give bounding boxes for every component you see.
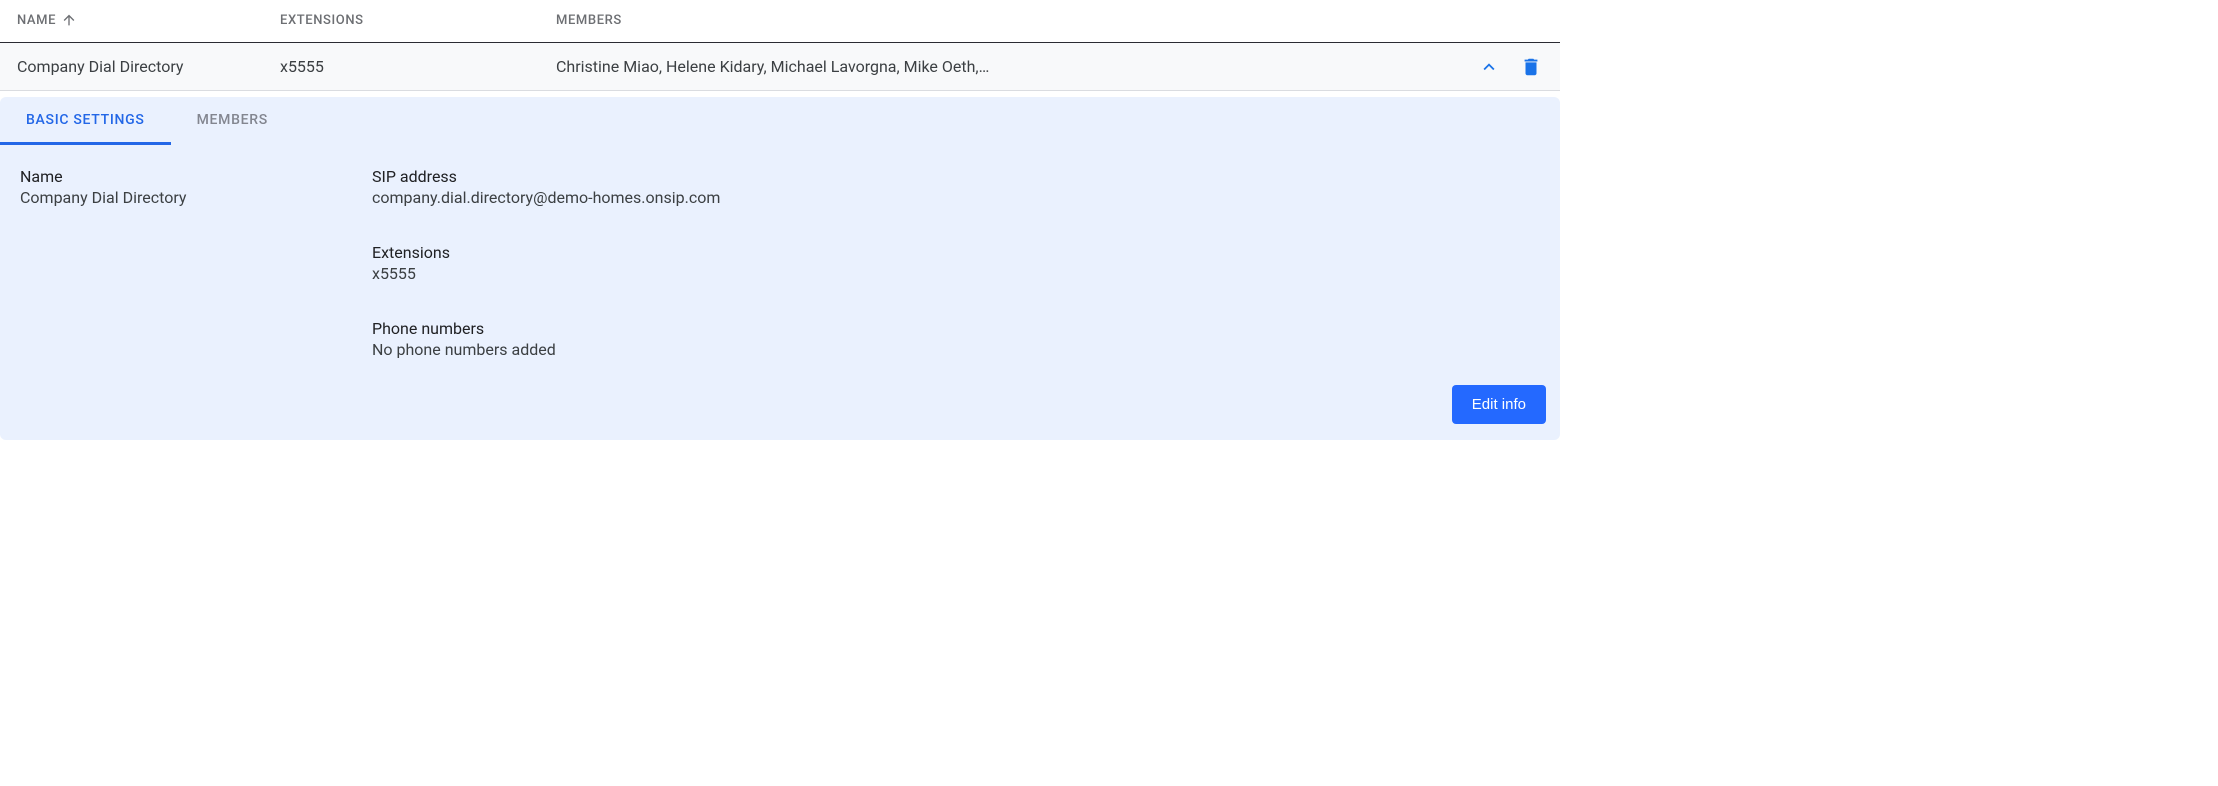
value-phone-numbers: No phone numbers added xyxy=(372,340,1540,359)
edit-info-button[interactable]: Edit info xyxy=(1452,385,1546,424)
cell-name: Company Dial Directory xyxy=(0,57,280,76)
value-extensions: x5555 xyxy=(372,264,1540,283)
label-name: Name xyxy=(20,167,372,186)
tab-basic-settings[interactable]: BASIC SETTINGS xyxy=(0,97,171,145)
field-sip-address: SIP address company.dial.directory@demo-… xyxy=(372,167,1540,207)
label-sip-address: SIP address xyxy=(372,167,1540,186)
table-row[interactable]: Company Dial Directory x5555 Christine M… xyxy=(0,43,1560,91)
label-extensions: Extensions xyxy=(372,243,1540,262)
column-header-name[interactable]: NAME xyxy=(0,12,280,28)
cell-extensions: x5555 xyxy=(280,57,556,76)
label-phone-numbers: Phone numbers xyxy=(372,319,1540,338)
collapse-row-button[interactable] xyxy=(1474,52,1504,82)
tab-members[interactable]: MEMBERS xyxy=(171,97,294,145)
column-header-extensions[interactable]: EXTENSIONS xyxy=(280,13,556,28)
column-header-members-label: MEMBERS xyxy=(556,13,622,28)
tabs: BASIC SETTINGS MEMBERS xyxy=(0,97,1560,145)
field-extensions: Extensions x5555 xyxy=(372,243,1540,283)
directory-table: NAME EXTENSIONS MEMBERS Company Dial Dir… xyxy=(0,0,1560,440)
field-phone-numbers: Phone numbers No phone numbers added xyxy=(372,319,1540,359)
table-header-row: NAME EXTENSIONS MEMBERS xyxy=(0,0,1560,43)
column-header-extensions-label: EXTENSIONS xyxy=(280,13,364,28)
field-name: Name Company Dial Directory xyxy=(20,167,372,207)
trash-icon xyxy=(1520,56,1542,78)
sort-ascending-icon xyxy=(61,12,77,28)
value-name: Company Dial Directory xyxy=(20,188,372,207)
detail-panel: BASIC SETTINGS MEMBERS Name Company Dial… xyxy=(0,97,1560,440)
delete-row-button[interactable] xyxy=(1516,52,1546,82)
detail-body: Name Company Dial Directory SIP address … xyxy=(0,145,1560,395)
column-header-members[interactable]: MEMBERS xyxy=(556,13,1470,28)
chevron-up-icon xyxy=(1478,56,1500,78)
cell-members: Christine Miao, Helene Kidary, Michael L… xyxy=(556,57,1470,76)
column-header-name-label: NAME xyxy=(17,13,56,28)
value-sip-address: company.dial.directory@demo-homes.onsip.… xyxy=(372,188,1540,207)
